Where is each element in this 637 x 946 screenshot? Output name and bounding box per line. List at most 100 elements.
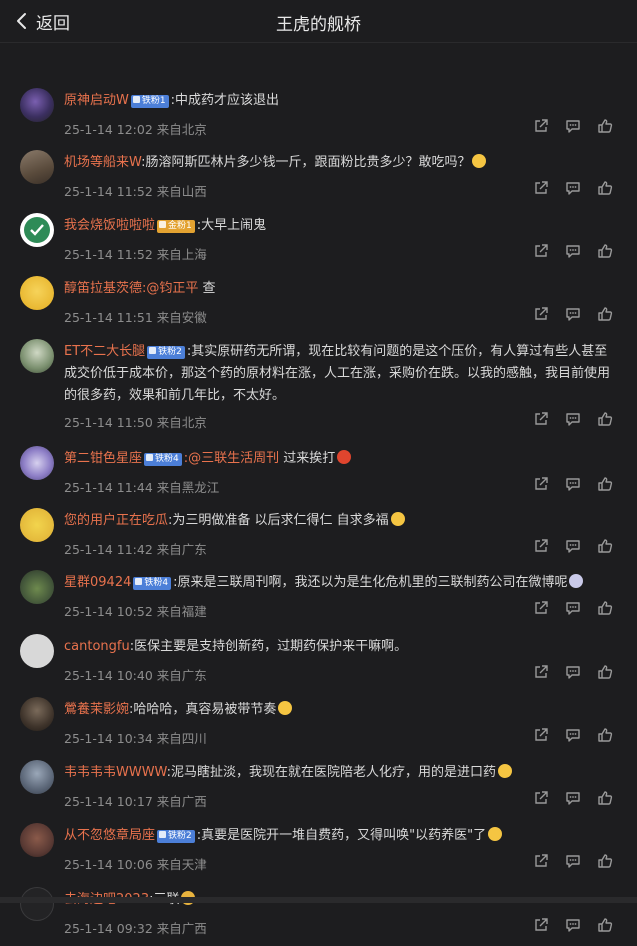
share-button[interactable] <box>525 115 557 137</box>
like-button[interactable] <box>589 473 621 495</box>
username-link[interactable]: 您的用户正在吃瓜 <box>64 513 168 528</box>
share-button[interactable] <box>525 787 557 809</box>
like-button[interactable] <box>589 177 621 199</box>
comment-icon <box>566 245 580 258</box>
reply-button[interactable] <box>557 115 589 137</box>
like-button[interactable] <box>589 597 621 619</box>
like-button[interactable] <box>589 115 621 137</box>
username-link[interactable]: 我会烧饭啦啦啦 <box>64 218 155 233</box>
comment-icon <box>566 602 580 615</box>
comment-body: :为三明做准备 以后求仁得仁 自求多福 <box>168 513 389 528</box>
comment-item: 机场等船来W:肠溶阿斯匹林片多少钱一斤，跟面粉比贵多少？敢吃吗？ 25-1-14 … <box>0 150 637 209</box>
avatar[interactable] <box>20 508 54 542</box>
avatar[interactable] <box>20 760 54 794</box>
reply-button[interactable] <box>557 303 589 325</box>
share-button[interactable] <box>525 473 557 495</box>
reply-button[interactable] <box>557 850 589 872</box>
reply-button[interactable] <box>557 535 589 557</box>
like-button[interactable] <box>589 914 621 936</box>
badge-icon <box>159 221 167 228</box>
username-link[interactable]: 从不忽悠章局座 <box>64 828 155 843</box>
reply-button[interactable] <box>557 240 589 262</box>
badge-label: 铁粉2 <box>158 347 182 357</box>
fan-badge: 金粉1 <box>157 220 195 233</box>
like-button[interactable] <box>589 787 621 809</box>
comment-icon <box>566 308 580 321</box>
reply-button[interactable] <box>557 661 589 683</box>
comment-body: :原来是三联周刊啊，我还以为是生化危机里的三联制药公司在微博呢 <box>173 575 568 590</box>
avatar[interactable] <box>20 88 54 122</box>
reply-button[interactable] <box>557 408 589 430</box>
like-button[interactable] <box>589 535 621 557</box>
share-button[interactable] <box>525 535 557 557</box>
username-link[interactable]: 原神启动W <box>64 93 129 108</box>
avatar[interactable] <box>20 570 54 604</box>
share-icon <box>535 244 548 257</box>
share-icon <box>535 665 548 678</box>
like-button[interactable] <box>589 408 621 430</box>
share-button[interactable] <box>525 661 557 683</box>
comment-meta: 25-1-14 10:52 来自福建 <box>64 604 207 619</box>
badge-icon <box>149 347 157 354</box>
badge-label: 铁粉1 <box>141 96 166 106</box>
username-link[interactable]: 第二钳色星座 <box>64 451 142 466</box>
avatar[interactable] <box>20 150 54 184</box>
username-link[interactable]: 醇笛拉基茨德 <box>64 281 142 296</box>
avatar[interactable] <box>20 823 54 857</box>
avatar[interactable] <box>20 213 54 247</box>
avatar[interactable] <box>20 276 54 310</box>
thumbs-up-icon <box>598 181 613 195</box>
like-button[interactable] <box>589 850 621 872</box>
avatar[interactable] <box>20 697 54 731</box>
comment-item: cantongfu:医保主要是支持创新药，过期药保护来干嘛啊。 25-1-14 1… <box>0 634 637 693</box>
username-link[interactable]: 鶯養茉影婉 <box>64 702 129 717</box>
reply-button[interactable] <box>557 787 589 809</box>
emoji-icon <box>278 701 293 715</box>
avatar[interactable] <box>20 634 54 668</box>
avatar[interactable] <box>20 446 54 480</box>
comment-text: cantongfu:医保主要是支持创新药，过期药保护来干嘛啊。 <box>64 636 615 658</box>
share-button[interactable] <box>525 597 557 619</box>
share-button[interactable] <box>525 240 557 262</box>
comment-actions <box>525 597 621 619</box>
username-link[interactable]: 星群09424 <box>64 575 131 590</box>
username-link[interactable]: 韦韦韦韦WWWW <box>64 765 167 780</box>
comment-item: ET不二大长腿 铁粉2:其实原研药无所谓，现在比较有问题的是这个压价，有人算过有些… <box>0 339 637 440</box>
reply-button[interactable] <box>557 597 589 619</box>
like-button[interactable] <box>589 303 621 325</box>
thumbs-up-icon <box>598 539 613 553</box>
reply-button[interactable] <box>557 177 589 199</box>
comment-actions <box>525 177 621 199</box>
like-button[interactable] <box>589 240 621 262</box>
reply-button[interactable] <box>557 473 589 495</box>
comment-meta: 25-1-14 11:52 来自上海 <box>64 247 207 262</box>
comment-actions <box>525 303 621 325</box>
fan-badge: 铁粉4 <box>133 577 172 590</box>
reply-button[interactable] <box>557 724 589 746</box>
share-button[interactable] <box>525 177 557 199</box>
share-button[interactable] <box>525 850 557 872</box>
comment-text: 从不忽悠章局座 铁粉2:真要是医院开一堆自费药，又得叫唤"以药养医"了 <box>64 825 615 847</box>
avatar[interactable] <box>20 887 54 921</box>
avatar[interactable] <box>20 339 54 373</box>
share-button[interactable] <box>525 408 557 430</box>
comment-meta: 25-1-14 09:32 来自广西 <box>64 921 207 936</box>
mention-link[interactable]: :@钧正平 <box>142 281 198 296</box>
username-link[interactable]: cantongfu <box>64 639 130 654</box>
like-button[interactable] <box>589 724 621 746</box>
thumbs-up-icon <box>598 728 613 742</box>
username-link[interactable]: ET不二大长腿 <box>64 344 145 359</box>
share-icon <box>535 477 548 490</box>
comment-icon <box>566 182 580 195</box>
username-link[interactable]: 机场等船来W <box>64 155 141 170</box>
reply-button[interactable] <box>557 914 589 936</box>
mention-link[interactable]: :@三联生活周刊 <box>184 451 279 466</box>
fan-badge: 铁粉4 <box>144 453 182 466</box>
share-button[interactable] <box>525 724 557 746</box>
share-button[interactable] <box>525 303 557 325</box>
comment-icon <box>566 792 580 805</box>
thumbs-up-icon <box>598 119 613 133</box>
share-button[interactable] <box>525 914 557 936</box>
like-button[interactable] <box>589 661 621 683</box>
comment-meta: 25-1-14 11:42 来自广东 <box>64 542 207 557</box>
